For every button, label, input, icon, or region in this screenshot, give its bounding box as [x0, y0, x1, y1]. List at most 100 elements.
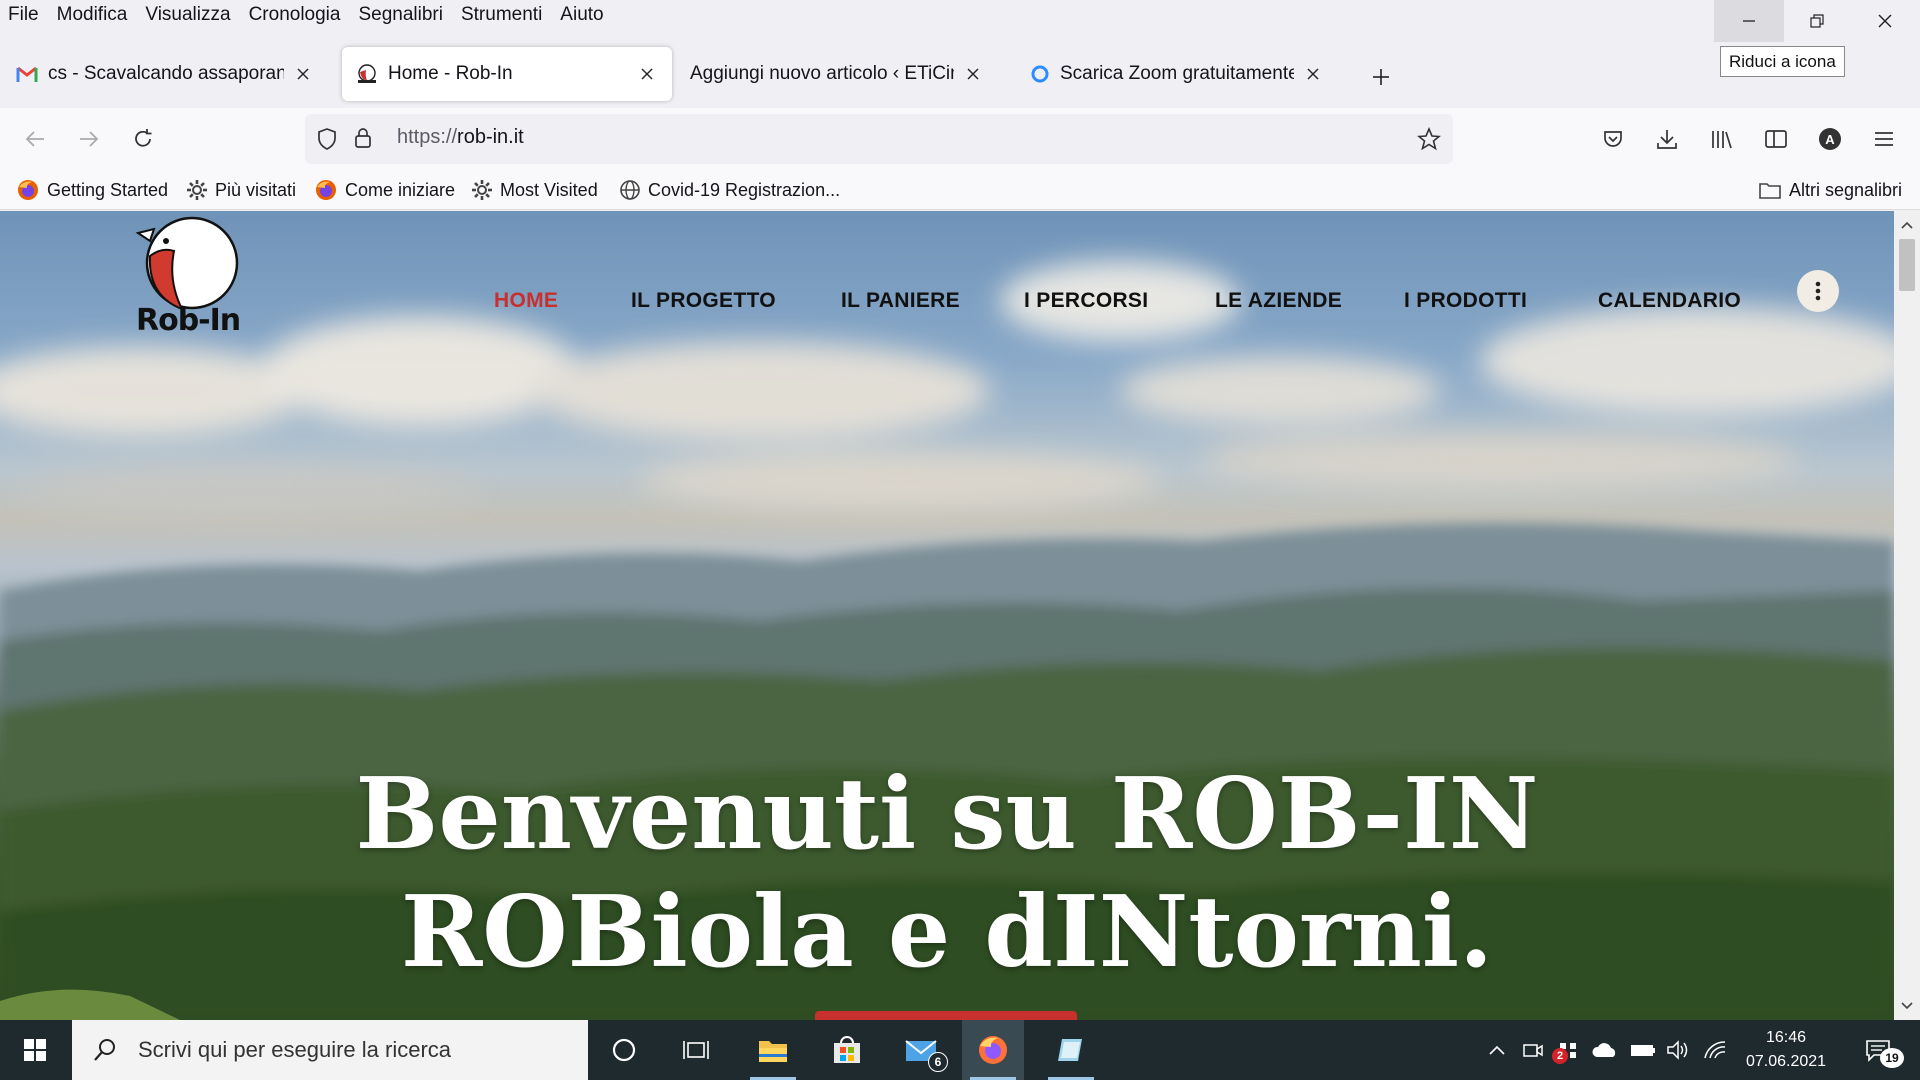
shield-icon [318, 128, 336, 150]
hero-heading: Benvenuti su ROB-IN ROBiola e dINtorni. [0, 756, 1894, 992]
pocket-icon [1604, 131, 1622, 147]
bookmark-label: Come iniziare [345, 179, 456, 200]
menu-strumenti[interactable]: Strumenti [461, 4, 542, 26]
taskbar-notepad-app[interactable] [1040, 1020, 1102, 1080]
windows-taskbar: Scrivi qui per eseguire la ricerca 6 2 1… [0, 1020, 1920, 1080]
url-bar[interactable]: https://rob-in.it [305, 114, 1453, 164]
pocket-button[interactable] [1594, 120, 1632, 158]
task-view-button[interactable] [665, 1020, 727, 1080]
reload-icon [135, 129, 152, 147]
library-icon [1712, 131, 1732, 149]
tab-close-button[interactable] [292, 63, 314, 85]
taskbar-microsoft-store[interactable] [816, 1020, 878, 1080]
folder-icon [1759, 183, 1781, 199]
tab-gmail[interactable]: cs - Scavalcando assaporando - [2, 47, 328, 101]
menu-cronologia[interactable]: Cronologia [249, 4, 341, 26]
sidebar-icon [1765, 130, 1787, 148]
nav-home[interactable]: HOME [494, 289, 558, 313]
menu-aiuto[interactable]: Aiuto [560, 4, 603, 26]
new-tab-button[interactable] [1366, 62, 1396, 92]
scroll-down-arrow-icon[interactable] [1894, 996, 1920, 1016]
minimize-tooltip: Riduci a icona [1720, 46, 1845, 77]
action-center-button[interactable]: 19 [1858, 1038, 1904, 1068]
site-navigation: HOME IL PROGETTO IL PANIERE I PERCORSI L… [0, 281, 1894, 321]
arrow-right-icon [80, 131, 99, 147]
close-icon [1878, 14, 1892, 28]
gmail-icon [16, 66, 38, 82]
page-scrollbar[interactable] [1894, 211, 1920, 1020]
tray-app-icon[interactable]: 2 [1552, 1038, 1582, 1064]
menu-file[interactable]: File [8, 4, 39, 26]
bookmark-most-visited[interactable]: Most Visited [471, 177, 598, 203]
hamburger-menu-icon [1875, 132, 1893, 146]
store-bag-icon [834, 1036, 860, 1063]
account-button[interactable]: A [1811, 120, 1849, 158]
cortana-button[interactable] [593, 1020, 655, 1080]
taskbar-firefox[interactable] [962, 1020, 1024, 1080]
search-icon [94, 1039, 115, 1061]
nav-il-paniere[interactable]: IL PANIERE [841, 289, 960, 313]
tab-close-button[interactable] [1302, 63, 1324, 85]
tab-title: Scarica Zoom gratuitamente | Blog [1060, 63, 1294, 84]
page-viewport: Rob-In HOME IL PROGETTO IL PANIERE I PER… [0, 211, 1894, 1020]
forward-button[interactable] [70, 120, 108, 158]
navigation-toolbar: https://rob-in.it A [0, 108, 1920, 170]
tab-title: Home - Rob-In [388, 63, 513, 84]
back-button[interactable] [16, 120, 54, 158]
app-menu-button[interactable] [1865, 120, 1903, 158]
account-avatar-icon: A [1819, 128, 1841, 150]
tray-wifi[interactable] [1700, 1038, 1730, 1062]
start-button[interactable] [0, 1020, 70, 1080]
tab-rob-in[interactable]: Home - Rob-In [342, 47, 672, 101]
menu-segnalibri[interactable]: Segnalibri [358, 4, 443, 26]
close-window-button[interactable] [1850, 0, 1920, 42]
bookmark-come-iniziare[interactable]: Come iniziare [314, 177, 455, 203]
bookmark-label: Getting Started [47, 179, 169, 200]
minimize-icon [1743, 20, 1755, 22]
taskbar-file-explorer[interactable] [742, 1020, 804, 1080]
restore-button[interactable] [1782, 0, 1852, 42]
tray-volume[interactable] [1664, 1038, 1694, 1062]
show-hidden-icons-button[interactable] [1484, 1038, 1510, 1062]
tab-eticinforma[interactable]: Aggiungi nuovo articolo ‹ ETiCinforma [676, 47, 998, 101]
bookmark-piu-visitati[interactable]: Più visitati [186, 177, 296, 203]
restore-icon [1810, 14, 1824, 28]
tab-zoom[interactable]: Scarica Zoom gratuitamente | Blog [1016, 47, 1338, 101]
taskbar-search-box[interactable]: Scrivi qui per eseguire la ricerca [72, 1020, 588, 1080]
tray-onedrive[interactable] [1590, 1038, 1620, 1062]
nav-calendario[interactable]: CALENDARIO [1598, 289, 1741, 313]
site-more-menu-button[interactable] [1797, 270, 1839, 312]
tray-battery[interactable] [1628, 1038, 1658, 1062]
menu-modifica[interactable]: Modifica [57, 4, 128, 26]
taskbar-clock[interactable]: 16:46 07.06.2021 [1738, 1026, 1834, 1074]
bookmark-getting-started[interactable]: Getting Started [16, 177, 168, 203]
svg-text:A: A [1825, 132, 1835, 147]
windows-logo-icon [24, 1039, 46, 1061]
taskbar-mail[interactable]: 6 [890, 1020, 952, 1080]
robin-icon [358, 64, 376, 83]
scroll-up-arrow-icon[interactable] [1894, 215, 1920, 235]
scroll-thumb[interactable] [1899, 239, 1915, 291]
notepad-icon [1058, 1039, 1082, 1061]
tray-camera[interactable] [1520, 1038, 1546, 1062]
nav-il-progetto[interactable]: IL PROGETTO [631, 289, 776, 313]
gear-icon [187, 180, 207, 200]
bookmark-label: Most Visited [500, 179, 598, 200]
other-bookmarks[interactable]: Altri segnalibri [1758, 177, 1902, 203]
sidebar-button[interactable] [1757, 120, 1795, 158]
kebab-menu-icon [1815, 281, 1821, 301]
downloads-button[interactable] [1648, 120, 1686, 158]
star-icon[interactable] [1417, 127, 1441, 151]
menu-visualizza[interactable]: Visualizza [145, 4, 230, 26]
nav-i-percorsi[interactable]: I PERCORSI [1024, 289, 1148, 313]
tab-close-button[interactable] [636, 63, 658, 85]
reload-button[interactable] [124, 120, 162, 158]
bookmark-covid-19[interactable]: Covid-19 Registrazion... [619, 177, 840, 203]
firefox-icon [18, 180, 38, 200]
nav-le-aziende[interactable]: LE AZIENDE [1215, 289, 1342, 313]
minimize-button[interactable] [1714, 0, 1784, 42]
nav-i-prodotti[interactable]: I PRODOTTI [1404, 289, 1527, 313]
tab-close-button[interactable] [962, 63, 984, 85]
close-icon [297, 68, 309, 80]
library-button[interactable] [1703, 120, 1741, 158]
